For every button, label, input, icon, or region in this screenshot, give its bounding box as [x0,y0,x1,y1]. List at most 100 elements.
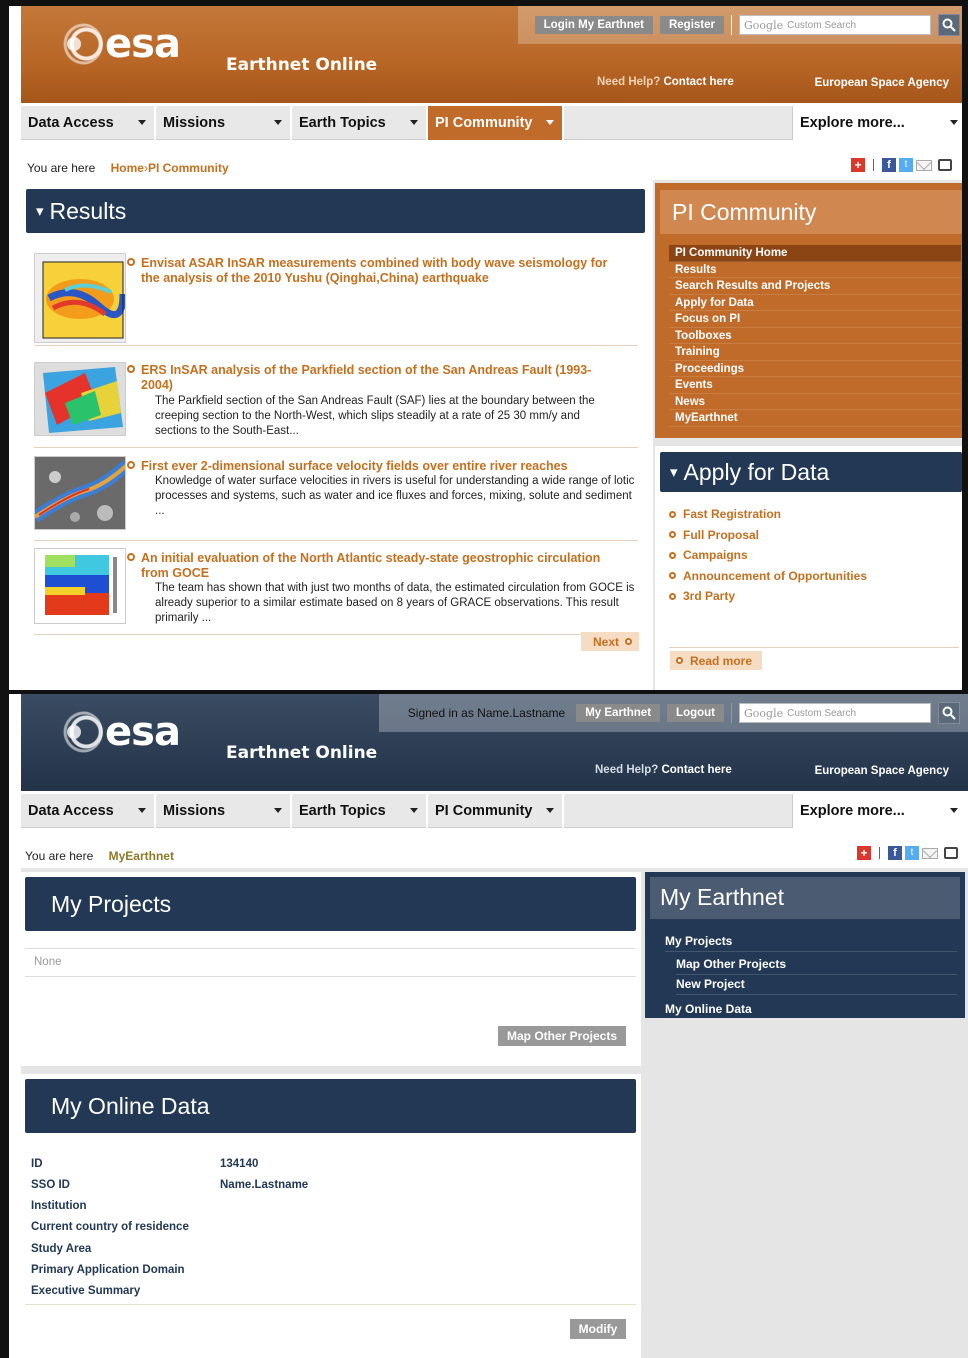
facebook-icon[interactable]: f [882,158,896,172]
search-input[interactable]: Google Custom Search [739,15,931,35]
bullet-icon [127,365,135,373]
nav-earth-topics[interactable]: Earth Topics [292,794,428,828]
bullet-icon [669,572,676,580]
sidebar-item-map-other-projects[interactable]: Map Other Projects [676,957,957,975]
result-link[interactable]: First ever 2-dimensional surface velocit… [141,459,568,473]
site-header: esa Earthnet Online Signed in as Name.La… [21,694,968,791]
add-share-icon[interactable]: + [851,158,865,172]
sidebar-item-training[interactable]: Training [669,344,961,361]
share-toolbar: + f t [857,846,958,860]
my-online-data-heading: My Online Data [25,1079,636,1133]
sidebar-item-myearthnet[interactable]: MyEarthnet [669,410,961,427]
apply-link[interactable]: 3rd Party [669,586,867,607]
myearthnet-screenshot: esa Earthnet Online Signed in as Name.La… [9,690,968,1358]
sidebar-item-proceedings[interactable]: Proceedings [669,361,961,377]
esa-logo-icon [61,711,103,753]
result-thumbnail[interactable] [34,548,126,624]
main-nav: Data Access Missions Earth Topics PI Com… [21,106,962,140]
apply-link[interactable]: Announcement of Opportunities [669,566,867,587]
sidebar-item-news[interactable]: News [669,394,961,410]
breadcrumb-current[interactable]: PI Community [148,161,229,175]
nav-data-access[interactable]: Data Access [21,106,156,140]
map-other-projects-button[interactable]: Map Other Projects [498,1026,626,1046]
esa-logo[interactable]: esa [61,709,181,755]
sidebar-item-events[interactable]: Events [669,377,961,394]
agency-link[interactable]: European Space Agency [815,77,949,89]
bullet-icon [669,551,676,559]
sidebar-item-my-online-data[interactable]: My Online Data [665,1002,957,1020]
sidebar-item-my-projects[interactable]: My Projects [665,934,957,952]
nav-explore-more[interactable]: Explore more... [792,106,962,140]
nav-pi-community[interactable]: PI Community [428,106,564,140]
contact-link[interactable]: Contact here [663,76,733,88]
twitter-icon[interactable]: t [905,846,919,860]
info-label-executive-summary: Executive Summary [31,1285,141,1297]
chevron-down-icon [546,808,554,813]
chevron-down-icon [274,808,282,813]
nav-earth-topics[interactable]: Earth Topics [292,106,428,140]
apply-link[interactable]: Full Proposal [669,525,867,546]
info-label-country: Current country of residence [31,1221,189,1233]
result-description: The team has shown that with just two mo… [155,582,635,624]
nav-missions[interactable]: Missions [156,794,292,828]
add-share-icon[interactable]: + [857,846,871,860]
logout-button[interactable]: Logout [667,704,724,722]
user-toolbar: Login My Earthnet Register Google Custom … [534,10,960,40]
my-earthnet-button[interactable]: My Earthnet [576,704,661,722]
bullet-icon [669,510,676,518]
facebook-icon[interactable]: f [888,846,902,860]
contact-link[interactable]: Contact here [661,764,731,776]
modify-button[interactable]: Modify [570,1319,626,1339]
sidebar-item-apply-for-data[interactable]: Apply for Data [669,295,961,311]
nav-data-access[interactable]: Data Access [21,794,156,828]
sidebar-item-results[interactable]: Results [669,262,961,278]
breadcrumb-home[interactable]: Home [111,161,144,175]
register-button[interactable]: Register [659,16,724,34]
pi-community-screenshot: esa Earthnet Online Login My Earthnet Re… [9,0,968,690]
bullet-icon [669,531,676,539]
search-icon [942,18,956,32]
result-link[interactable]: An initial evaluation of the North Atlan… [141,551,600,580]
sidebar-item-focus-on-pi[interactable]: Focus on PI [669,311,961,328]
my-earthnet-title: My Earthnet [650,877,960,919]
nav-explore-more[interactable]: Explore more... [792,794,968,828]
result-thumbnail[interactable] [34,362,126,436]
share-toolbar: + f t [851,158,952,172]
main-nav: Data Access Missions Earth Topics PI Com… [21,794,968,828]
agency-link[interactable]: European Space Agency [815,765,949,777]
need-help-text: Need Help? [595,764,659,776]
email-icon[interactable] [916,159,932,171]
sidebar-item-toolboxes[interactable]: Toolboxes [669,328,961,344]
breadcrumb-current[interactable]: MyEarthnet [109,849,174,863]
result-item: First ever 2-dimensional surface velocit… [34,449,638,541]
apply-link[interactable]: Fast Registration [669,504,867,525]
info-label-study-area: Study Area [31,1243,92,1255]
nav-missions[interactable]: Missions [156,106,292,140]
search-input[interactable]: Google Custom Search [739,703,931,723]
result-item: Envisat ASAR InSAR measurements combined… [34,247,638,346]
result-link[interactable]: Envisat ASAR InSAR measurements combined… [141,256,607,285]
esa-logo-icon [61,23,103,65]
search-button[interactable] [938,14,960,36]
my-projects-heading: My Projects [25,877,636,931]
esa-logo[interactable]: esa [61,21,181,67]
arrow-right-icon [676,657,683,664]
result-thumbnail[interactable] [34,456,126,530]
apply-link[interactable]: Campaigns [669,545,867,566]
sidebar-item-new-project[interactable]: New Project [676,977,957,995]
sidebar-item-search-results[interactable]: Search Results and Projects [669,278,961,295]
login-button[interactable]: Login My Earthnet [534,16,653,34]
result-description: The Parkfield section of the San Andreas… [155,395,595,437]
nav-pi-community[interactable]: PI Community [428,794,564,828]
next-button[interactable]: Next [581,632,639,651]
result-thumbnail[interactable] [34,253,126,343]
info-label-sso-id: SSO ID [31,1179,70,1191]
twitter-icon[interactable]: t [899,158,913,172]
email-icon[interactable] [922,847,938,859]
print-icon[interactable] [938,159,952,171]
result-link[interactable]: ERS InSAR analysis of the Parkfield sect… [141,363,591,392]
sidebar-item-pi-community-home[interactable]: PI Community Home [669,245,961,262]
read-more-button[interactable]: Read more [670,651,762,670]
print-icon[interactable] [944,847,958,859]
search-button[interactable] [938,702,960,724]
